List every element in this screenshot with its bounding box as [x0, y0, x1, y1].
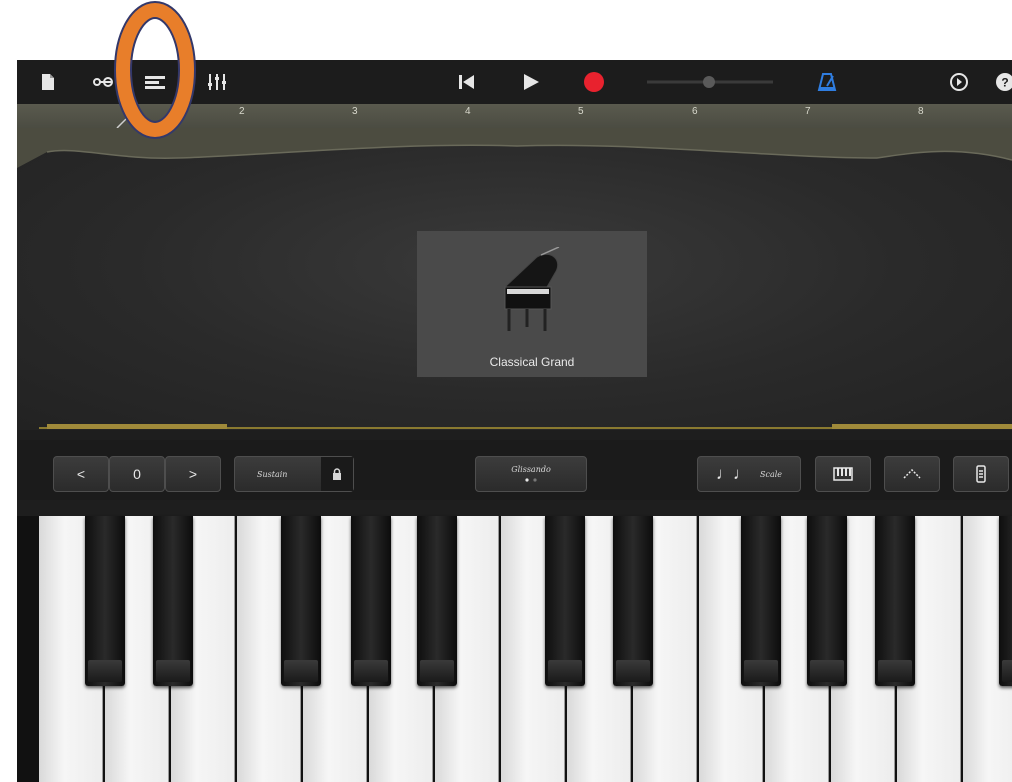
black-key[interactable]: [741, 516, 781, 686]
glissando-label: Glissando: [511, 465, 551, 474]
octave-down-label: <: [76, 466, 86, 482]
glissando-button[interactable]: Glissando: [475, 456, 587, 492]
octave-value-label: 0: [133, 466, 141, 482]
black-key[interactable]: [807, 516, 847, 686]
keyboard-controls: < 0 > Sustain Glissando ♩♩ Scale: [17, 440, 1012, 500]
ruler-bar-label: 6: [692, 106, 698, 117]
octave-value: 0: [109, 456, 165, 492]
loop-icon[interactable]: [91, 70, 115, 94]
keyboard-layout-button[interactable]: [815, 456, 871, 492]
velocity-button[interactable]: [953, 456, 1009, 492]
arpeggio-icon: [903, 468, 921, 479]
notes-icon: ♩♩: [715, 464, 750, 483]
ruler-bar-label: 8: [918, 106, 924, 117]
black-key[interactable]: [85, 516, 125, 686]
black-key[interactable]: [875, 516, 915, 686]
ruler-bar-label: 4: [465, 106, 471, 117]
sustain-label: Sustain: [257, 469, 288, 479]
ruler-bar-label: 5: [578, 106, 584, 117]
volume-slider[interactable]: [645, 70, 775, 94]
black-key[interactable]: [613, 516, 653, 686]
glissando-mode-dots: [525, 478, 537, 482]
scale-label: Scale: [759, 469, 783, 479]
svg-text:?: ?: [1001, 76, 1008, 90]
arpeggiator-button[interactable]: [884, 456, 940, 492]
octave-up-label: >: [188, 466, 198, 482]
keyboard-icon: [833, 467, 853, 481]
lock-icon[interactable]: [321, 457, 353, 491]
rewind-icon[interactable]: [455, 70, 479, 94]
black-key[interactable]: [417, 516, 457, 686]
instrument-name: Classical Grand: [489, 355, 575, 369]
grand-piano-icon: [503, 247, 560, 331]
black-key[interactable]: [351, 516, 391, 686]
ruler-bar-label: 3: [352, 106, 358, 117]
garageband-window: ? 2 3 4 5 6 7 8 Classical Grand < 0 > Su…: [17, 60, 1012, 782]
ruler-bar-label: 7: [805, 106, 811, 117]
piano-keyboard: [17, 516, 1012, 782]
help-icon[interactable]: ?: [995, 70, 1012, 94]
instrument-panel: Classical Grand: [17, 128, 1012, 430]
black-key[interactable]: [153, 516, 193, 686]
velocity-icon: [976, 465, 986, 483]
black-key[interactable]: [281, 516, 321, 686]
play-icon[interactable]: [519, 70, 543, 94]
record-icon[interactable]: [582, 70, 606, 94]
sustain-button[interactable]: Sustain: [234, 456, 354, 492]
octave-up-button[interactable]: >: [165, 456, 221, 492]
document-icon[interactable]: [39, 70, 57, 94]
instrument-selector[interactable]: Classical Grand: [417, 231, 647, 377]
octave-down-button[interactable]: <: [53, 456, 109, 492]
metronome-icon[interactable]: [815, 70, 839, 94]
black-key[interactable]: [999, 516, 1012, 686]
settings-icon[interactable]: [947, 70, 971, 94]
highlight-annotation: [114, 1, 196, 139]
mixer-icon[interactable]: [205, 70, 229, 94]
scale-button[interactable]: ♩♩ Scale: [697, 456, 801, 492]
ruler-bar-label: 2: [239, 106, 245, 117]
black-key[interactable]: [545, 516, 585, 686]
